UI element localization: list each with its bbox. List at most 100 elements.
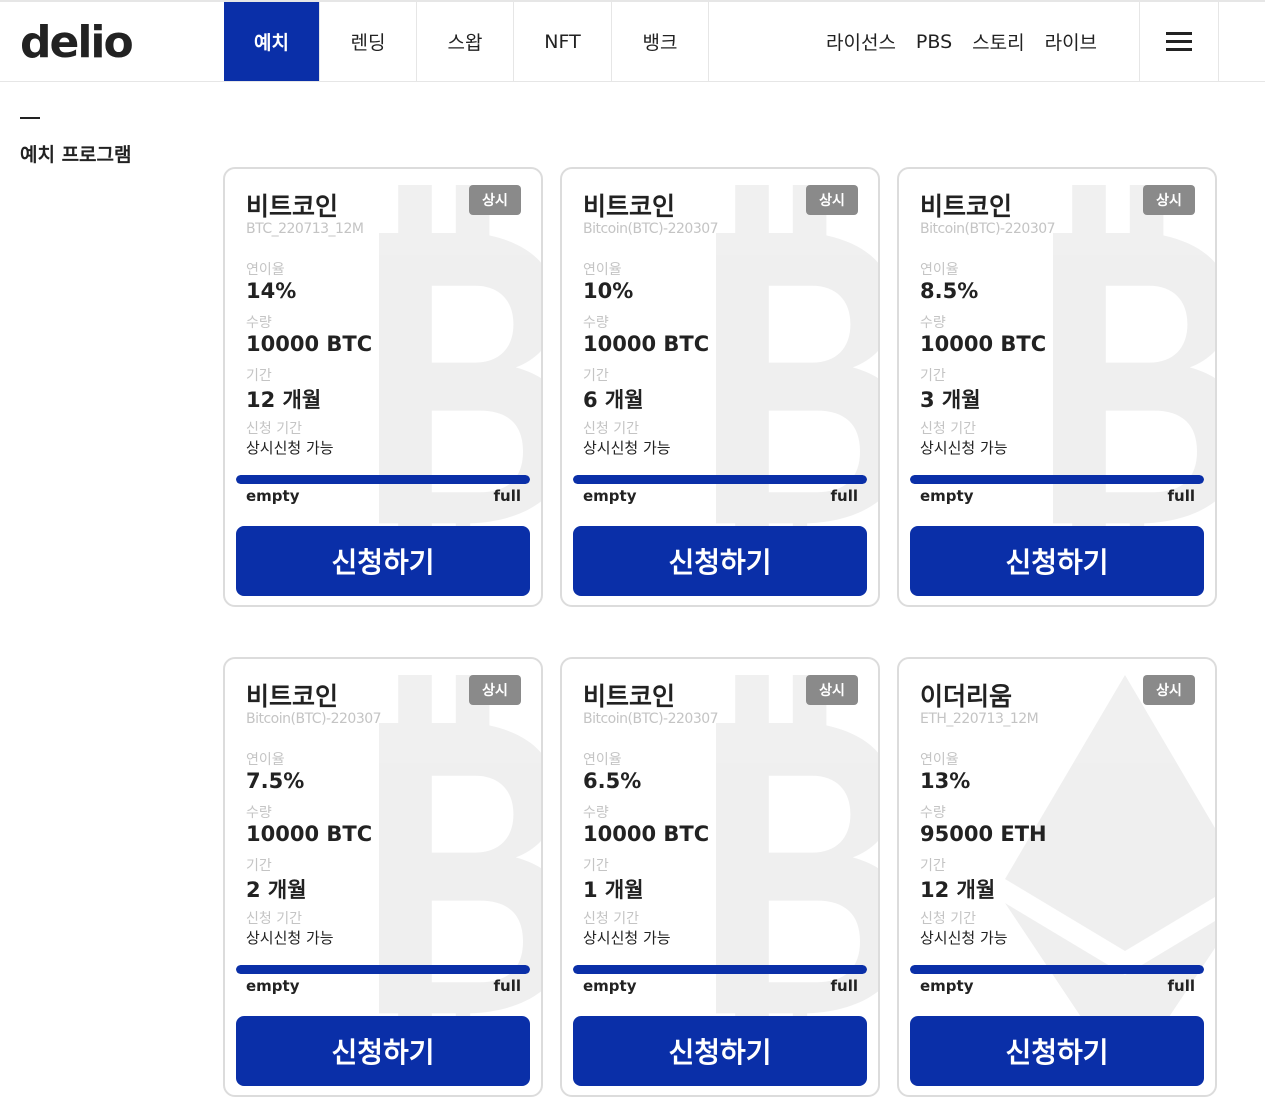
card-coin-name: 비트코인 bbox=[920, 192, 1013, 221]
menu-button[interactable] bbox=[1139, 2, 1219, 81]
apply-button[interactable]: 신청하기 bbox=[910, 526, 1204, 596]
nav-link-live[interactable]: 라이브 bbox=[1045, 28, 1097, 55]
deposit-card: 비트코인 Bitcoin(BTC)-220307 상시 연이율 10% 수량 1… bbox=[560, 167, 880, 607]
period-label: 기간 bbox=[920, 368, 946, 384]
progress-empty-label: empty bbox=[920, 977, 974, 995]
apply-period-value: 상시신청 가능 bbox=[920, 929, 1008, 947]
card-product-code: Bitcoin(BTC)-220307 bbox=[583, 221, 719, 237]
progress-full-label: full bbox=[1167, 977, 1196, 995]
amount-label: 수량 bbox=[246, 315, 272, 331]
progress-fill bbox=[236, 475, 530, 484]
progress-full-label: full bbox=[830, 977, 859, 995]
rate-label: 연이율 bbox=[920, 262, 959, 278]
status-badge: 상시 bbox=[1143, 675, 1195, 705]
status-badge: 상시 bbox=[1143, 185, 1195, 215]
card-product-code: BTC_220713_12M bbox=[246, 221, 364, 237]
apply-button[interactable]: 신청하기 bbox=[910, 1016, 1204, 1086]
apply-period-label: 신청 기간 bbox=[920, 421, 976, 437]
card-coin-name: 비트코인 bbox=[246, 192, 339, 221]
status-badge: 상시 bbox=[806, 675, 858, 705]
delio-logo[interactable]: delio bbox=[20, 16, 134, 70]
apply-period-value: 상시신청 가능 bbox=[246, 929, 334, 947]
nav-link-story[interactable]: 스토리 bbox=[972, 28, 1024, 55]
nav-item-lending[interactable]: 렌딩 bbox=[320, 2, 417, 81]
rate-label: 연이율 bbox=[920, 752, 959, 768]
progress-fill bbox=[573, 475, 867, 484]
section-title: 예치 프로그램 bbox=[20, 144, 132, 166]
period-value: 12 개월 bbox=[920, 878, 996, 902]
progress-empty-label: empty bbox=[920, 487, 974, 505]
capacity-progress-bar bbox=[910, 475, 1204, 484]
deposit-card: 비트코인 Bitcoin(BTC)-220307 상시 연이율 6.5% 수량 … bbox=[560, 657, 880, 1097]
capacity-progress-bar bbox=[573, 965, 867, 974]
amount-value: 10000 BTC bbox=[246, 822, 373, 846]
progress-full-label: full bbox=[493, 977, 522, 995]
apply-period-label: 신청 기간 bbox=[246, 421, 302, 437]
apply-period-label: 신청 기간 bbox=[246, 911, 302, 927]
apply-period-value: 상시신청 가능 bbox=[583, 929, 671, 947]
nav-link-pbs[interactable]: PBS bbox=[916, 31, 952, 53]
main-nav: 예치 렌딩 스왑 NFT 뱅크 bbox=[224, 2, 709, 81]
card-product-code: Bitcoin(BTC)-220307 bbox=[583, 711, 719, 727]
card-product-code: Bitcoin(BTC)-220307 bbox=[920, 221, 1056, 237]
capacity-progress-bar bbox=[910, 965, 1204, 974]
amount-value: 10000 BTC bbox=[583, 332, 710, 356]
apply-period-label: 신청 기간 bbox=[583, 421, 639, 437]
rate-label: 연이율 bbox=[583, 262, 622, 278]
period-value: 2 개월 bbox=[246, 878, 307, 902]
nav-link-license[interactable]: 라이선스 bbox=[826, 28, 896, 55]
nav-item-swap[interactable]: 스왑 bbox=[417, 2, 514, 81]
progress-empty-label: empty bbox=[246, 487, 300, 505]
capacity-progress-bar bbox=[236, 965, 530, 974]
period-value: 6 개월 bbox=[583, 388, 644, 412]
period-value: 3 개월 bbox=[920, 388, 981, 412]
secondary-nav: 라이선스 PBS 스토리 라이브 bbox=[826, 2, 1097, 81]
section-title-dash bbox=[20, 117, 40, 119]
apply-period-value: 상시신청 가능 bbox=[920, 439, 1008, 457]
rate-value: 13% bbox=[920, 769, 971, 793]
apply-button[interactable]: 신청하기 bbox=[573, 1016, 867, 1086]
amount-label: 수량 bbox=[583, 315, 609, 331]
rate-value: 8.5% bbox=[920, 279, 979, 303]
progress-empty-label: empty bbox=[583, 487, 637, 505]
nav-item-bank[interactable]: 뱅크 bbox=[612, 2, 709, 81]
status-badge: 상시 bbox=[806, 185, 858, 215]
amount-value: 10000 BTC bbox=[920, 332, 1047, 356]
capacity-progress-bar bbox=[573, 475, 867, 484]
progress-full-label: full bbox=[493, 487, 522, 505]
apply-button[interactable]: 신청하기 bbox=[236, 526, 530, 596]
progress-fill bbox=[573, 965, 867, 974]
apply-period-label: 신청 기간 bbox=[583, 911, 639, 927]
rate-label: 연이율 bbox=[583, 752, 622, 768]
apply-button[interactable]: 신청하기 bbox=[236, 1016, 530, 1086]
apply-period-label: 신청 기간 bbox=[920, 911, 976, 927]
progress-fill bbox=[910, 475, 1204, 484]
hamburger-menu-icon bbox=[1166, 31, 1192, 52]
deposit-card: 이더리움 ETH_220713_12M 상시 연이율 13% 수량 95000 … bbox=[897, 657, 1217, 1097]
amount-label: 수량 bbox=[920, 315, 946, 331]
capacity-progress-bar bbox=[236, 475, 530, 484]
rate-value: 10% bbox=[583, 279, 634, 303]
period-value: 1 개월 bbox=[583, 878, 644, 902]
status-badge: 상시 bbox=[469, 185, 521, 215]
deposit-card: 비트코인 Bitcoin(BTC)-220307 상시 연이율 7.5% 수량 … bbox=[223, 657, 543, 1097]
progress-full-label: full bbox=[1167, 487, 1196, 505]
amount-value: 95000 ETH bbox=[920, 822, 1047, 846]
amount-label: 수량 bbox=[583, 805, 609, 821]
period-value: 12 개월 bbox=[246, 388, 322, 412]
period-label: 기간 bbox=[246, 858, 272, 874]
progress-fill bbox=[910, 965, 1204, 974]
period-label: 기간 bbox=[246, 368, 272, 384]
progress-full-label: full bbox=[830, 487, 859, 505]
period-label: 기간 bbox=[920, 858, 946, 874]
card-coin-name: 비트코인 bbox=[246, 682, 339, 711]
card-coin-name: 비트코인 bbox=[583, 192, 676, 221]
progress-empty-label: empty bbox=[246, 977, 300, 995]
rate-value: 6.5% bbox=[583, 769, 642, 793]
deposit-card: 비트코인 Bitcoin(BTC)-220307 상시 연이율 8.5% 수량 … bbox=[897, 167, 1217, 607]
nav-item-nft[interactable]: NFT bbox=[514, 2, 612, 81]
nav-item-deposit[interactable]: 예치 bbox=[224, 2, 320, 81]
status-badge: 상시 bbox=[469, 675, 521, 705]
amount-value: 10000 BTC bbox=[246, 332, 373, 356]
apply-button[interactable]: 신청하기 bbox=[573, 526, 867, 596]
